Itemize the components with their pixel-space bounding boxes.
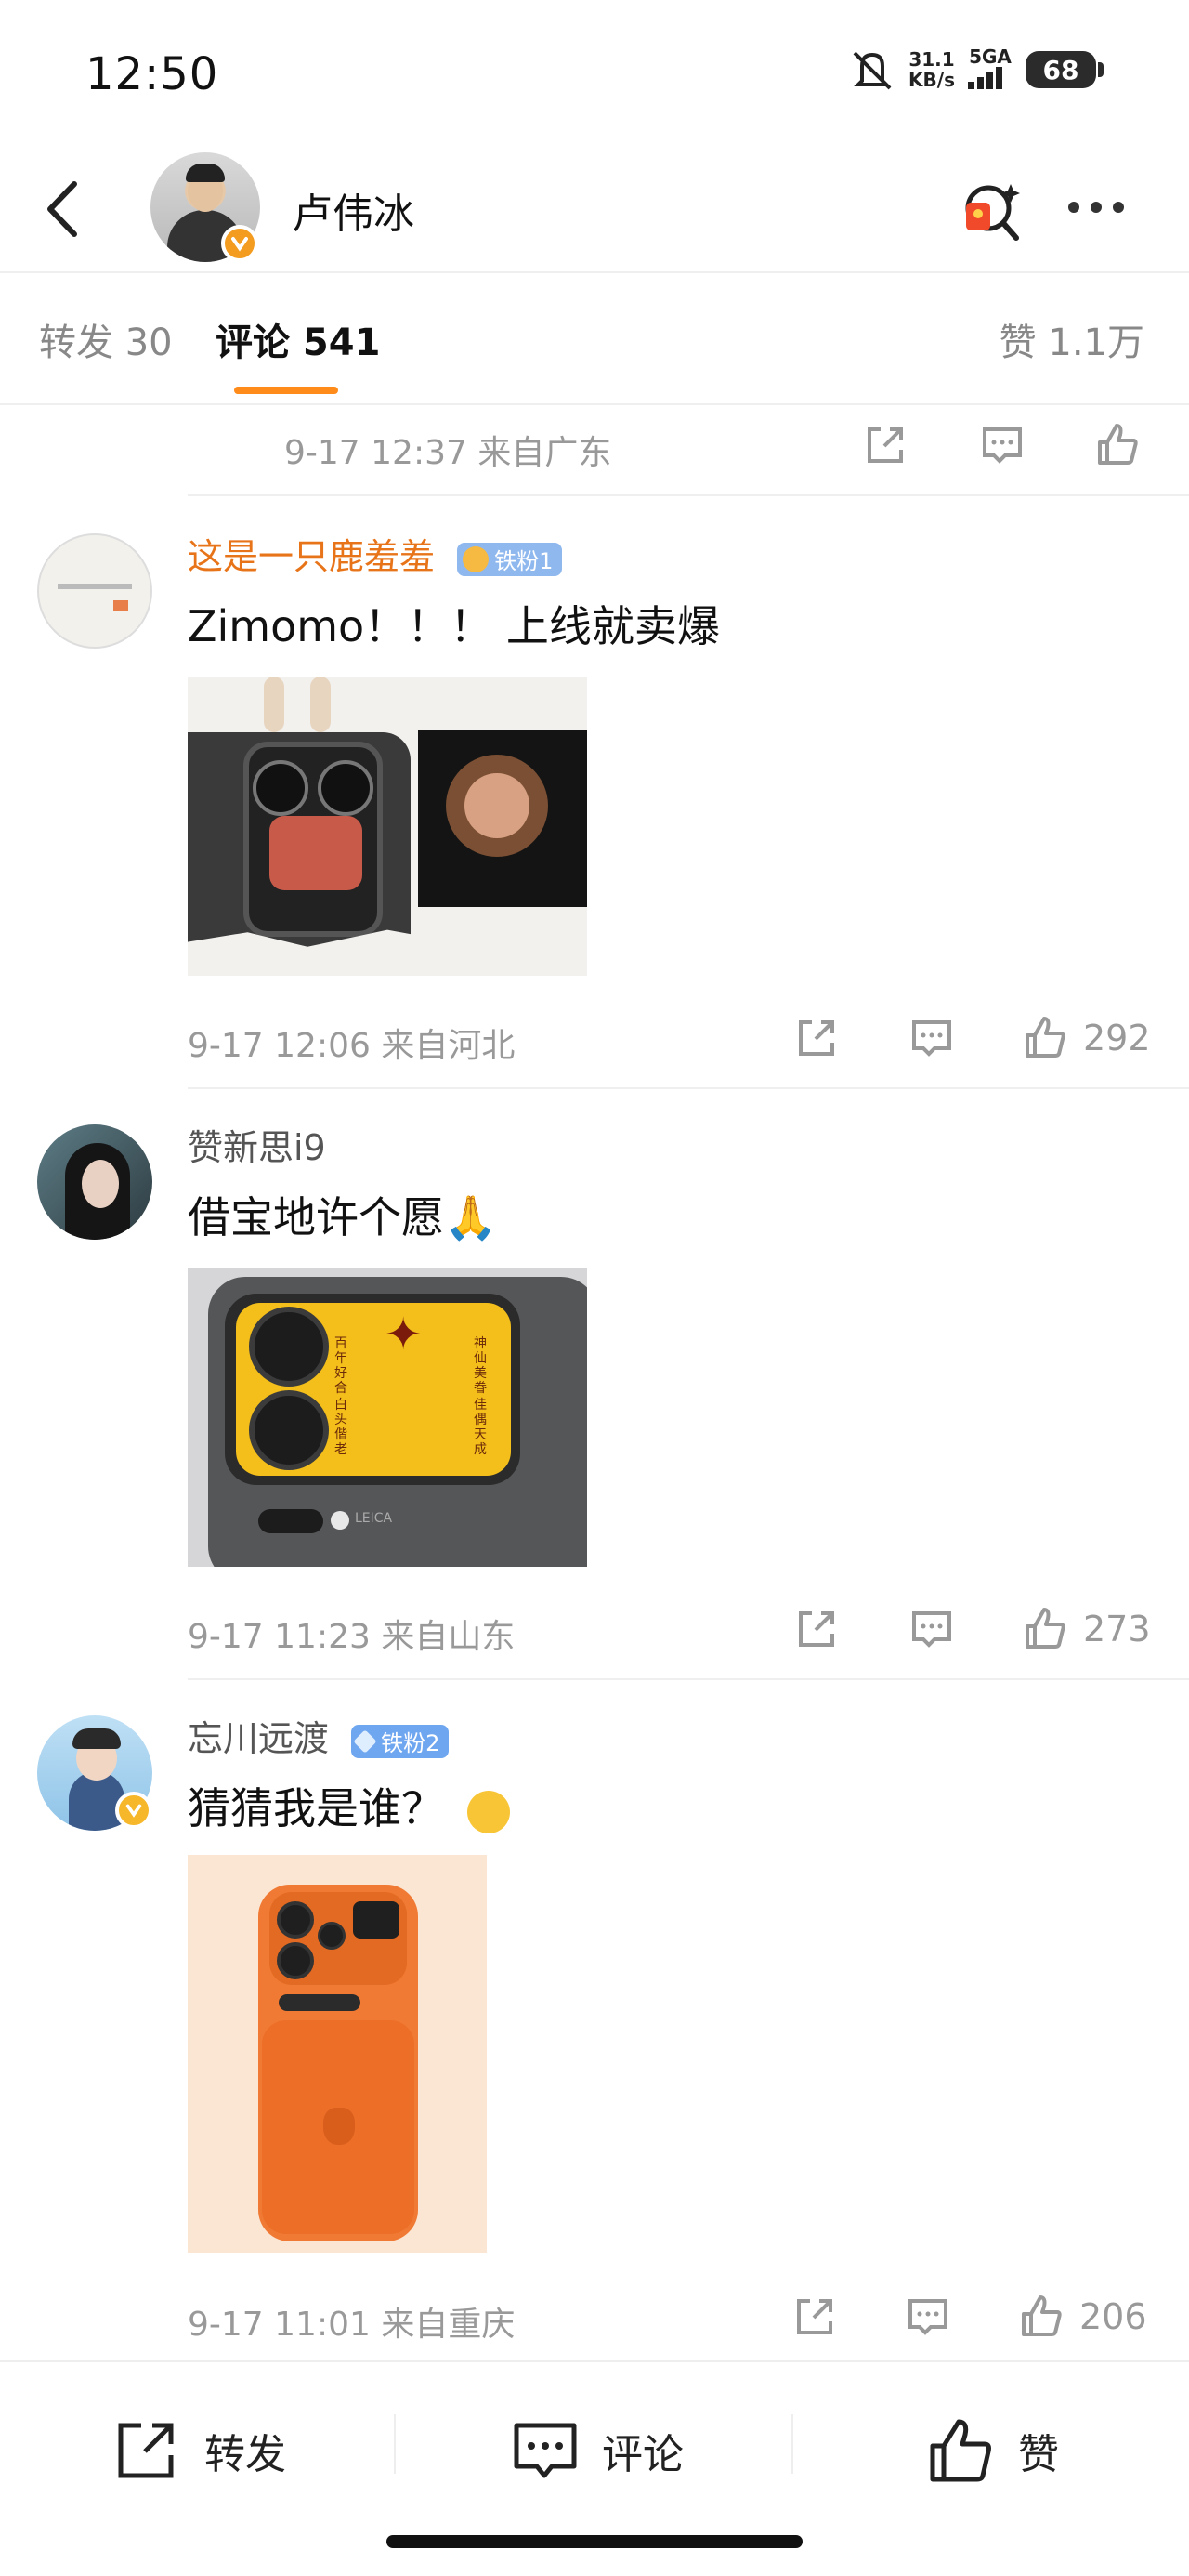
signal-icon [968,67,1002,89]
home-indicator[interactable] [386,2535,803,2548]
comment-button[interactable]: 评论 [509,2414,684,2487]
divider [188,494,1189,496]
thumbs-up-icon [1026,1017,1065,1058]
fan-badge: 铁粉1 [457,542,563,576]
net-type: 5GA [968,46,1013,93]
reply-button[interactable] [977,413,1027,478]
share-button[interactable] [860,413,910,478]
comment-icon [514,2423,577,2478]
like-count: 206 [1079,2296,1147,2337]
comment-icon [912,1611,951,1648]
reply-button[interactable] [907,1597,957,1662]
status-time: 12:50 [85,48,219,100]
apple-logo-icon [323,2108,355,2145]
comment-item: 忘川远渡 铁粉2 猜猜我是谁？ [0,1702,1189,2279]
image-caption: 白头偕老 [334,1398,347,1457]
active-tab-indicator [234,387,338,394]
mute-icon [853,51,892,90]
share-button[interactable] [791,1005,842,1071]
calligraphy-icon: ✦ [385,1308,423,1360]
like-button[interactable] [1092,413,1143,478]
tab-comments[interactable]: 评论 541 [216,312,380,366]
thumbs-up-icon [930,2419,991,2482]
comment-username[interactable]: 赞新思i9 [188,1119,326,1170]
verified-badge-icon [221,225,258,262]
comment-text: 猜猜我是谁？ [188,1775,510,1836]
comment-time-location: 9-17 12:06 来自河北 [188,1027,516,1065]
tab-repost[interactable]: 转发 30 [39,312,173,366]
smirk-emoji-icon [466,1790,510,1833]
status-icons: 31.1 KB/s 5GA 68 [849,46,1104,93]
comment-meta-row: 9-17 11:01 来自重庆 206 [0,2280,1189,2355]
thumbs-up-icon [1098,424,1138,465]
like-button[interactable]: 292 [1020,1005,1151,1071]
like-button[interactable]: 273 [1020,1597,1151,1662]
share-icon [797,2299,832,2334]
verified-badge-icon [115,1792,152,1829]
share-icon [799,1611,834,1647]
comment-meta-row: 9-17 12:37 来自广东 [0,409,1189,483]
profile-header: 卢伟冰 [0,149,1189,269]
avatar[interactable] [37,533,152,649]
comment-username[interactable]: 这是一只鹿羞羞 铁粉1 [188,528,563,579]
comment-image[interactable]: 百年好合 白头偕老 ✦ 神仙美眷 佳偶天成 LEICA [188,1268,587,1567]
share-icon [118,2423,174,2478]
tab-bar: 转发 30 评论 541 赞 1.1万 [0,271,1189,401]
divider [791,2414,793,2474]
comment-meta-row: 9-17 12:06 来自河北 292 [0,1002,1189,1076]
comment-item: 赞新思i9 借宝地许个愿🙏 百年好合 白头偕老 ✦ 神仙美眷 佳偶天成 LEIC… [0,1111,1189,1669]
divider [188,1087,1189,1089]
bottom-action-bar: 转发 评论 赞 [0,2360,1189,2528]
search-icon [965,184,1020,241]
status-bar: 12:50 31.1 KB/s 5GA 68 [0,0,1189,139]
comment-text: Zimomo！！！ 上线就卖爆 [188,601,720,651]
repost-button[interactable]: 转发 [111,2414,286,2487]
thumbs-up-icon [1026,1608,1065,1649]
reply-button[interactable] [907,1005,957,1071]
avatar[interactable] [37,1124,152,1240]
share-icon [799,1020,834,1056]
divider [0,403,1189,405]
more-options-button[interactable] [1068,193,1143,221]
share-button[interactable] [791,1597,842,1662]
like-count: 273 [1083,1609,1151,1649]
divider [394,2414,396,2474]
comment-icon [983,427,1022,464]
comment-icon [912,1020,951,1057]
image-caption: 神仙美眷 [474,1336,487,1396]
image-brand: LEICA [355,1511,393,1526]
comment-time-location: 9-17 11:23 来自山东 [188,1618,516,1656]
like-button[interactable]: 赞 [925,2414,1059,2487]
net-speed: 31.1 KB/s [908,48,955,91]
comment-meta-row: 9-17 11:23 来自山东 273 [0,1593,1189,1667]
chevron-left-icon [47,181,77,237]
reply-button[interactable] [903,2284,953,2349]
search-button[interactable] [957,175,1027,245]
comment-time-location: 9-17 12:37 来自广东 [284,434,612,472]
share-icon [868,427,903,463]
comment-username[interactable]: 忘川远渡 铁粉2 [188,1710,450,1761]
like-count: 292 [1083,1018,1151,1058]
comment-item: 这是一只鹿羞羞 铁粉1 Zimomo！！！ 上线就卖爆 [0,520,1189,1078]
comment-text: 借宝地许个愿🙏 [188,1192,498,1242]
back-button[interactable] [37,177,93,242]
thumbs-up-icon [1022,2295,1062,2336]
battery-indicator: 68 [1026,51,1104,88]
fan-badge: 铁粉2 [351,1724,450,1758]
image-caption: 佳偶天成 [474,1398,487,1457]
comment-image[interactable] [188,1855,487,2253]
profile-name[interactable]: 卢伟冰 [292,180,414,240]
comment-image[interactable] [188,677,587,976]
crown-icon [463,545,490,572]
like-button[interactable]: 206 [1016,2284,1147,2349]
image-caption: 百年好合 [334,1336,347,1396]
comment-time-location: 9-17 11:01 来自重庆 [188,2306,516,2344]
tab-likes[interactable]: 赞 1.1万 [1000,312,1144,366]
diamond-icon [353,1728,377,1754]
divider [188,1678,1189,1680]
share-button[interactable] [790,2284,840,2349]
comment-icon [908,2299,947,2335]
